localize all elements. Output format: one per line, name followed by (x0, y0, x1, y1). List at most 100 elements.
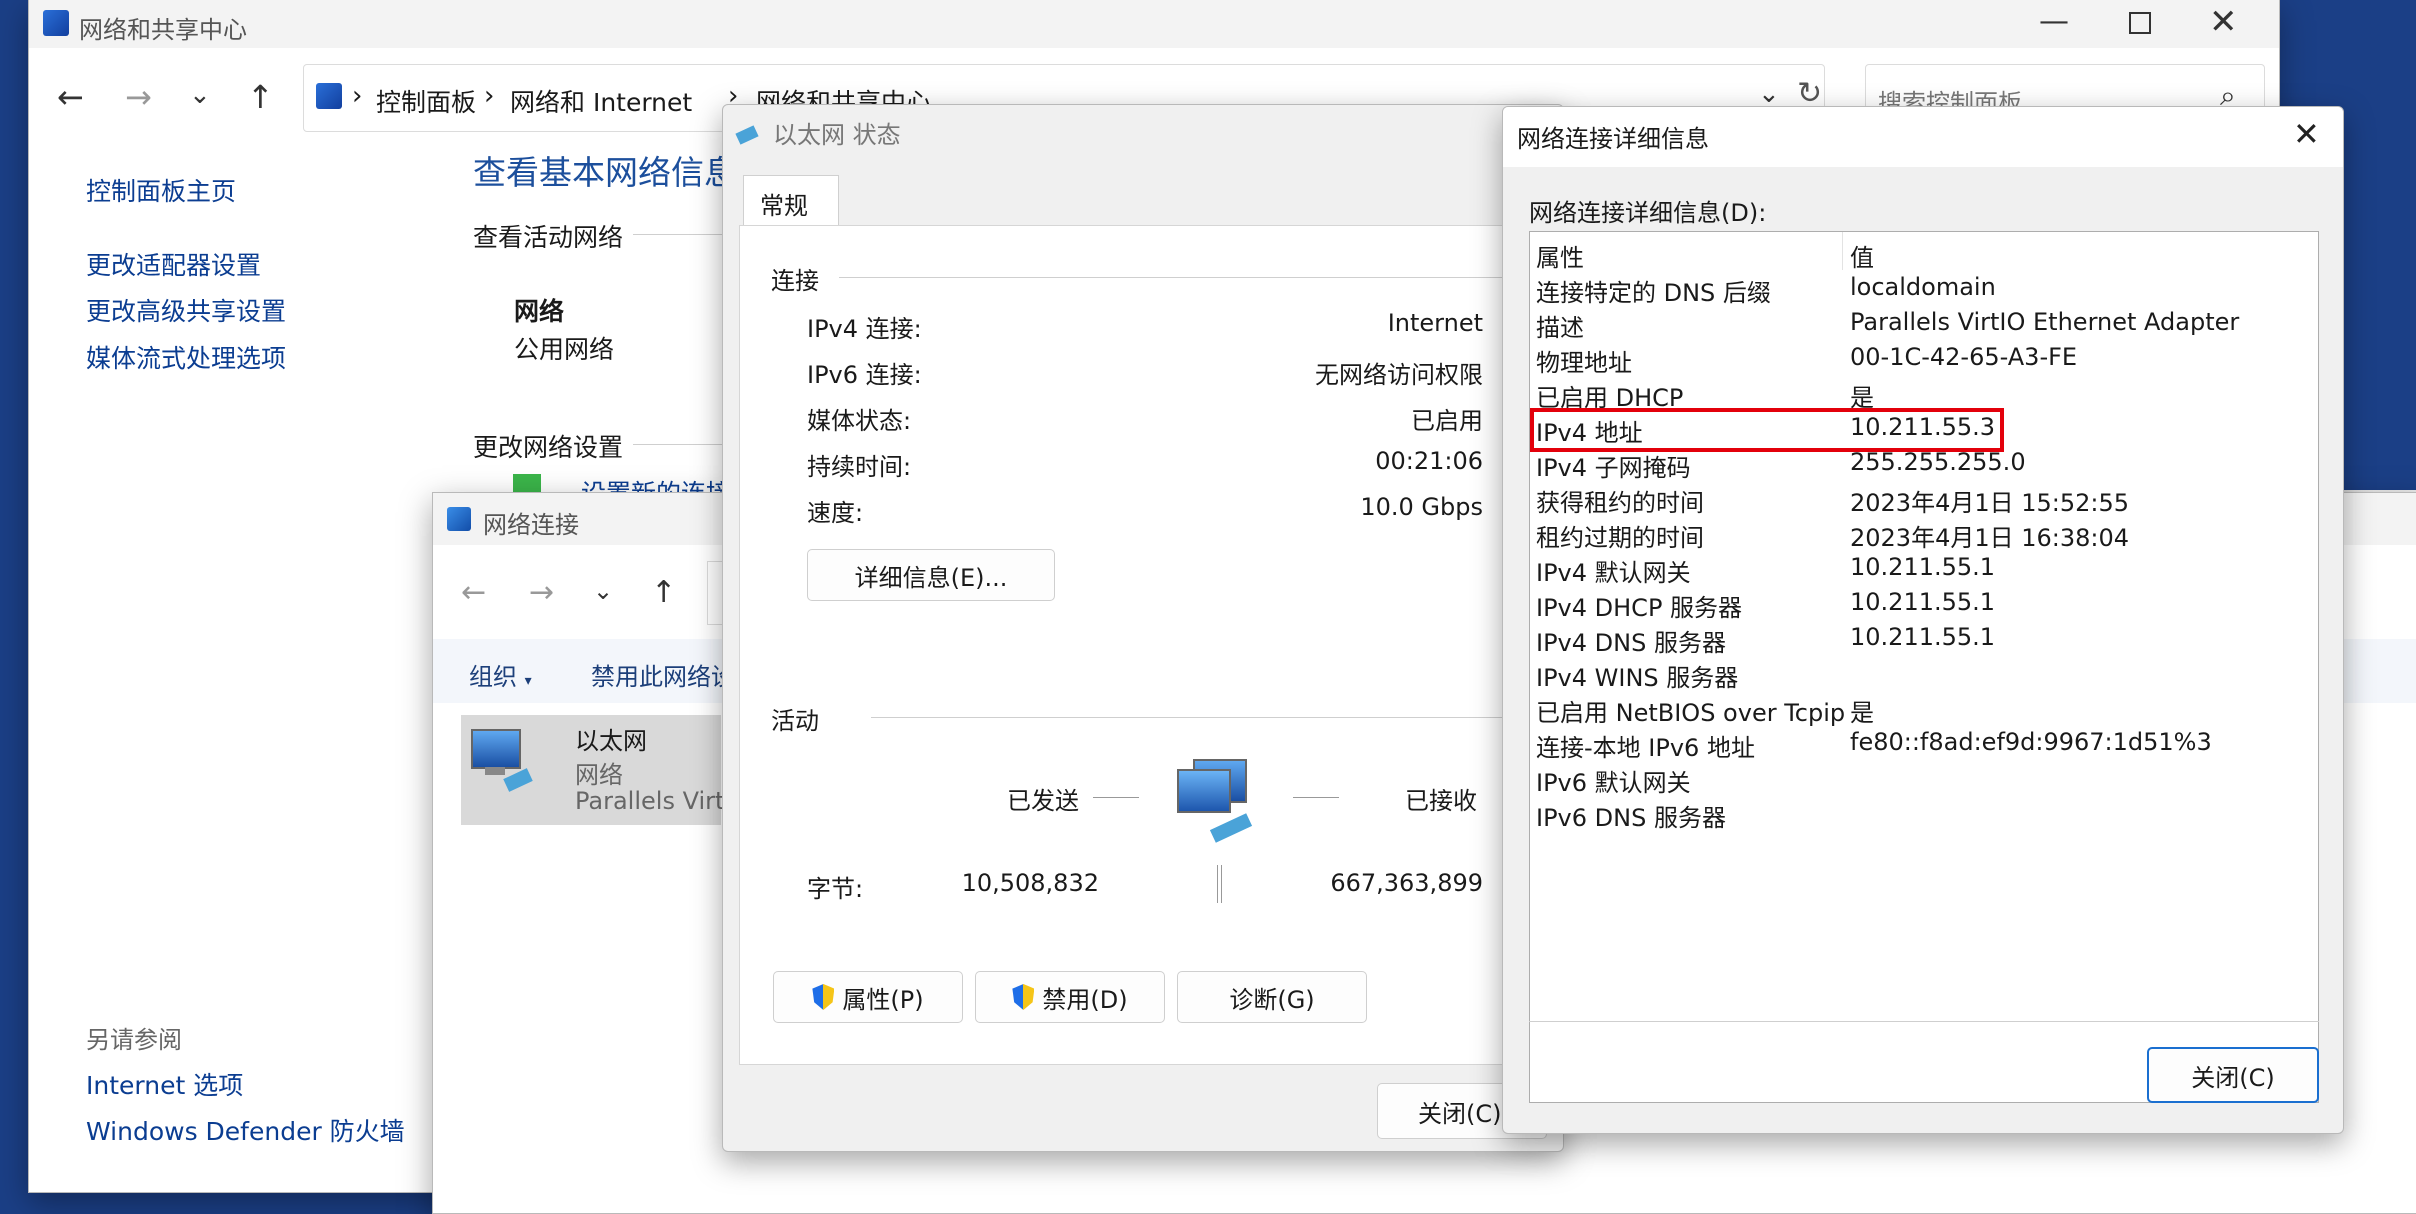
button-row-divider (1529, 1021, 2319, 1022)
activity-section-label: 活动 (771, 707, 819, 735)
details-list-label: 网络连接详细信息(D): (1529, 199, 1767, 227)
media-state-label: 媒体状态: (807, 407, 912, 435)
detail-row-property: 描述 (1536, 314, 1584, 342)
adapter-item[interactable]: 以太网 网络 Parallels Virtl (461, 715, 731, 825)
sidebar-item-media-streaming[interactable]: 媒体流式处理选项 (86, 339, 286, 375)
sidebar-item-advanced-sharing[interactable]: 更改高级共享设置 (86, 292, 286, 328)
breadcrumb-sep-icon: › (484, 81, 495, 111)
column-header-property[interactable]: 属性 (1536, 238, 1584, 273)
disable-network-button[interactable]: 禁用此网络设 (591, 657, 735, 692)
organize-label: 组织 (469, 663, 517, 691)
detail-row-value: Parallels VirtIO Ethernet Adapter (1850, 308, 2240, 336)
detail-row-property: 连接特定的 DNS 后缀 (1536, 279, 1771, 307)
detail-row-value: 2023年4月1日 16:38:04 (1850, 524, 2130, 552)
ethernet-icon (735, 125, 759, 145)
connection-details-dialog: 网络连接详细信息 ✕ 网络连接详细信息(D): 属性 值 连接特定的 DNS 后… (1502, 106, 2344, 1134)
speed-label: 速度: (807, 499, 864, 527)
detail-row-value: 255.255.255.0 (1850, 448, 2026, 476)
ipv6-connection-label: IPv6 连接: (807, 361, 922, 389)
bytes-sent-value: 10,508,832 (961, 869, 1099, 897)
disable-button[interactable]: 禁用(D) (975, 971, 1165, 1023)
sent-line (1093, 797, 1139, 798)
ethernet-adapter-icon (471, 729, 535, 792)
dialog-title: 网络连接详细信息 (1517, 125, 1709, 153)
duration-label: 持续时间: (807, 453, 912, 481)
duration-value: 00:21:06 (1375, 447, 1483, 475)
sidebar-home-link[interactable]: 控制面板主页 (86, 172, 236, 208)
window-title: 网络和共享中心 (79, 16, 247, 44)
status-close-button-label: 关闭(C) (1418, 1099, 1502, 1128)
details-list[interactable]: 属性 值 连接特定的 DNS 后缀 localdomain 描述 Paralle… (1529, 231, 2319, 1103)
detail-row-value: 10.211.55.3 (1850, 413, 1996, 441)
detail-row-property: 租约过期的时间 (1536, 524, 1704, 552)
ethernet-status-dialog: 以太网 状态 常规 连接 IPv4 连接: Internet IPv6 连接: … (722, 104, 1564, 1152)
adapter-device: Parallels Virtl (575, 787, 732, 815)
network-app-icon (43, 10, 69, 36)
uac-shield-icon (1012, 984, 1035, 1010)
received-line (1293, 797, 1339, 798)
detail-row-property: IPv6 DNS 服务器 (1536, 804, 1726, 832)
maximize-icon[interactable] (2129, 12, 2151, 34)
details-button[interactable]: 详细信息(E)... (807, 549, 1055, 601)
detail-row-value: 10.211.55.1 (1850, 553, 1996, 581)
chevron-down-icon: ▾ (524, 673, 532, 689)
recent-chevron-icon[interactable]: ⌄ (593, 577, 613, 605)
detail-row-property: IPv4 默认网关 (1536, 559, 1691, 587)
sidebar-item-adapter-settings[interactable]: 更改适配器设置 (86, 246, 261, 282)
activity-divider (871, 717, 1523, 718)
change-settings-label: 更改网络设置 (473, 433, 624, 462)
close-icon[interactable]: ✕ (2293, 115, 2320, 153)
tab-panel (739, 225, 1547, 1065)
detail-row-value: 10.211.55.1 (1850, 588, 1996, 616)
address-dropdown-icon[interactable]: ⌄ (1758, 79, 1780, 109)
breadcrumb-section[interactable]: 网络和 Internet (510, 83, 692, 119)
adapter-name: 以太网 (575, 727, 647, 755)
network-type: 公用网络 (514, 335, 615, 364)
detail-row-property: IPv4 DNS 服务器 (1536, 629, 1726, 657)
minimize-icon[interactable]: — (2039, 4, 2069, 39)
forward-icon[interactable]: → (529, 575, 554, 610)
detail-row-property: 获得租约的时间 (1536, 489, 1704, 517)
detail-row-value: 10.211.55.1 (1850, 623, 1996, 651)
detail-row-value: localdomain (1850, 273, 1996, 301)
internet-options-link[interactable]: Internet 选项 (86, 1066, 243, 1102)
connection-section-label: 连接 (771, 267, 819, 295)
detail-row-value: 2023年4月1日 15:52:55 (1850, 489, 2130, 517)
properties-button-label: 属性(P) (842, 985, 924, 1014)
window-title: 网络连接 (483, 511, 579, 539)
tab-general-label: 常规 (760, 192, 808, 220)
details-close-button-label: 关闭(C) (2191, 1063, 2275, 1092)
detail-row-property: 已启用 NetBIOS over Tcpip (1536, 699, 1846, 727)
network-connections-icon (447, 507, 471, 531)
ipv4-connection-label: IPv4 连接: (807, 315, 922, 343)
diagnose-button-label: 诊断(G) (1229, 985, 1315, 1014)
column-header-value[interactable]: 值 (1850, 238, 1874, 273)
up-icon[interactable]: ↑ (247, 78, 274, 116)
bytes-divider (1217, 865, 1222, 903)
uac-shield-icon (812, 984, 835, 1010)
breadcrumb-root[interactable]: 控制面板 (376, 83, 476, 119)
up-icon[interactable]: ↑ (651, 575, 676, 610)
bytes-label: 字节: (807, 875, 864, 903)
forward-icon[interactable]: → (125, 78, 152, 116)
properties-button[interactable]: 属性(P) (773, 971, 963, 1023)
details-close-button[interactable]: 关闭(C) (2147, 1047, 2319, 1103)
received-label: 已接收 (1405, 787, 1477, 815)
back-icon[interactable]: ← (57, 78, 84, 116)
detail-row-property: IPv4 WINS 服务器 (1536, 664, 1739, 692)
diagnose-button[interactable]: 诊断(G) (1177, 971, 1367, 1023)
close-icon[interactable]: ✕ (2209, 2, 2238, 42)
back-icon[interactable]: ← (461, 575, 486, 610)
detail-row-property: 物理地址 (1536, 349, 1632, 377)
speed-value: 10.0 Gbps (1360, 493, 1483, 521)
breadcrumb-sep-icon: › (352, 81, 363, 111)
detail-row-value: 是 (1850, 699, 1874, 727)
active-networks-label: 查看活动网络 (473, 223, 624, 252)
tab-general[interactable]: 常规 (743, 175, 839, 227)
recent-chevron-icon[interactable]: ⌄ (189, 80, 211, 110)
ipv4-connection-value: Internet (1387, 309, 1483, 337)
organize-menu[interactable]: 组织 ▾ (469, 657, 532, 692)
dialog-title: 以太网 状态 (773, 121, 901, 149)
defender-firewall-link[interactable]: Windows Defender 防火墙 (86, 1112, 405, 1148)
detail-row-property: 连接-本地 IPv6 地址 (1536, 734, 1755, 762)
